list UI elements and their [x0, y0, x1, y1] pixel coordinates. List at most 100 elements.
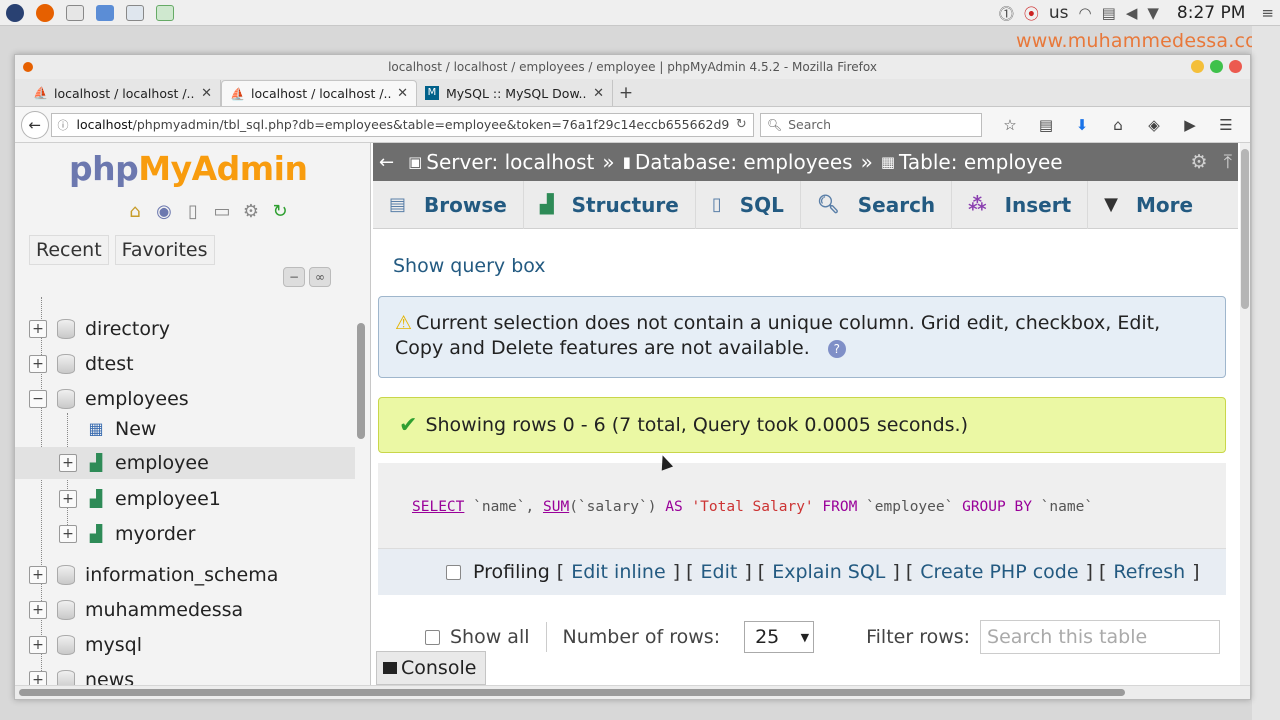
pocket-icon[interactable]: ◈	[1136, 111, 1172, 139]
collapse-icon[interactable]: −	[29, 390, 47, 408]
tree-item-dtest[interactable]: + dtest	[15, 348, 355, 380]
number-of-rows-select[interactable]: 25 ▼	[744, 621, 815, 653]
clock[interactable]: 8:27 PM	[1177, 3, 1246, 23]
expand-icon[interactable]: +	[29, 601, 47, 619]
maximize-button[interactable]	[1210, 60, 1223, 73]
create-php-code-link[interactable]: Create PHP code	[920, 561, 1078, 583]
browser-tab-2[interactable]: ⛵ localhost / localhost /... ✕	[221, 80, 417, 106]
url-bar[interactable]: ⓘ localhost/phpmyadmin/tbl_sql.php?db=em…	[50, 112, 754, 137]
tree-item-employee[interactable]: + ▟ employee	[15, 447, 355, 479]
close-icon[interactable]: ✕	[593, 86, 604, 101]
chevron-down-icon[interactable]: ▼	[1147, 4, 1159, 22]
tree-item-mysql[interactable]: + mysql	[15, 629, 355, 661]
help-icon[interactable]: ?	[827, 339, 846, 358]
minimize-button[interactable]	[1191, 60, 1204, 73]
collapse-all-icon[interactable]: −	[283, 267, 305, 287]
reading-list-icon[interactable]: ▤	[1028, 111, 1064, 139]
documentation-icon[interactable]: ▭	[210, 200, 234, 224]
tree-item-myorder[interactable]: + ▟ myorder	[15, 518, 355, 550]
expand-icon[interactable]: +	[29, 636, 47, 654]
profiling-label[interactable]: Profiling	[473, 561, 550, 583]
phpmyadmin-logo[interactable]: phpMyAdmin	[69, 149, 308, 188]
menu-icon[interactable]: ≡	[1261, 4, 1274, 22]
new-tab-button[interactable]: +	[613, 80, 639, 106]
edit-link[interactable]: Edit	[701, 561, 738, 583]
browser-search-field[interactable]: 🔍︎ Search	[759, 112, 982, 137]
logout-icon[interactable]: ◉	[152, 200, 176, 224]
expand-icon[interactable]: +	[59, 490, 77, 508]
clipboard-icon[interactable]: ▤	[1102, 4, 1116, 22]
show-all-checkbox[interactable]	[425, 629, 440, 645]
youtube-icon[interactable]: ▶	[1172, 111, 1208, 139]
expand-icon[interactable]: +	[29, 566, 47, 584]
link-with-main-panel-icon[interactable]: ∞	[309, 267, 331, 287]
edit-inline-link[interactable]: Edit inline	[571, 561, 665, 583]
keyboard-layout[interactable]: us	[1049, 3, 1069, 23]
expand-icon[interactable]: +	[29, 320, 47, 338]
tab-more[interactable]: ▼ More	[1088, 181, 1209, 229]
tab-insert[interactable]: ⁂ Insert	[952, 180, 1089, 229]
tree-item-new-table[interactable]: ▦ New	[15, 413, 355, 445]
tree-item-information-schema[interactable]: + information_schema	[15, 559, 355, 591]
refresh-link[interactable]: Refresh	[1113, 561, 1185, 583]
filter-rows-input[interactable]	[980, 620, 1221, 654]
tab-search[interactable]: 🔍︎ Search	[801, 180, 953, 229]
expand-icon[interactable]: +	[29, 671, 47, 685]
app-launcher-icon[interactable]	[150, 0, 180, 26]
tree-item-employees[interactable]: − employees	[15, 383, 355, 415]
home-icon[interactable]: ⌂	[123, 200, 147, 224]
console-toggle[interactable]: Console	[376, 651, 486, 685]
record-icon[interactable]: ⦿	[1024, 3, 1039, 24]
show-query-box-link[interactable]: Show query box	[393, 255, 546, 277]
breadcrumb-table[interactable]: Table: employee	[899, 150, 1063, 174]
tab-browse[interactable]: ▤ Browse	[373, 180, 524, 229]
terminal-launcher-icon[interactable]	[60, 0, 90, 26]
expand-icon[interactable]: +	[59, 454, 77, 472]
wifi-icon[interactable]: ◠	[1079, 4, 1092, 22]
tree-item-news[interactable]: + news	[15, 664, 355, 685]
collapse-navigation-icon[interactable]: ←	[379, 152, 394, 173]
gear-icon[interactable]: ⚙	[1191, 151, 1208, 173]
page-scrollbar[interactable]	[1240, 143, 1250, 685]
accessibility-icon[interactable]: ⓵	[999, 3, 1014, 24]
downloads-icon[interactable]: ⬇	[1064, 111, 1100, 139]
reload-icon[interactable]: ↻	[736, 117, 747, 132]
gear-icon[interactable]: ⚙	[239, 200, 263, 224]
hamburger-menu-icon[interactable]: ☰	[1208, 111, 1244, 139]
files-launcher-icon[interactable]	[90, 0, 120, 26]
fedora-menu-icon[interactable]	[0, 0, 30, 26]
browser-tab-1[interactable]: ⛵ localhost / localhost /... ✕	[25, 80, 221, 106]
reload-navigation-icon[interactable]: ↻	[268, 200, 292, 224]
horizontal-scrollbar-thumb[interactable]	[19, 689, 1125, 696]
explain-sql-link[interactable]: Explain SQL	[772, 561, 885, 583]
tree-item-employee1[interactable]: + ▟ employee1	[15, 483, 355, 515]
breadcrumb-server[interactable]: Server: localhost	[426, 150, 594, 174]
breadcrumb-database[interactable]: Database: employees	[635, 150, 853, 174]
horizontal-scrollbar[interactable]	[15, 685, 1250, 699]
back-button[interactable]: ←	[21, 110, 49, 139]
expand-icon[interactable]: +	[29, 355, 47, 373]
docs-icon[interactable]: ▯	[181, 200, 205, 224]
browser-tab-3[interactable]: M MySQL :: MySQL Dow... ✕	[417, 80, 613, 106]
home-icon[interactable]: ⌂	[1100, 111, 1136, 139]
expand-icon[interactable]: +	[59, 525, 77, 543]
page-scrollbar-thumb[interactable]	[1241, 149, 1249, 309]
image-viewer-launcher-icon[interactable]	[120, 0, 150, 26]
sql-query-text[interactable]: SELECT `name`, SUM(`salary`) AS 'Total S…	[412, 499, 1093, 515]
show-all-label[interactable]: Show all	[450, 626, 530, 648]
tab-sql[interactable]: ▯ SQL	[696, 180, 801, 229]
recent-tab[interactable]: Recent	[29, 235, 109, 265]
bookmark-star-icon[interactable]: ☆	[992, 111, 1028, 139]
tab-structure[interactable]: ▟ Structure	[524, 180, 696, 229]
navigation-scrollbar[interactable]	[357, 323, 365, 439]
firefox-launcher-icon[interactable]	[30, 0, 60, 26]
profiling-checkbox[interactable]	[446, 564, 461, 580]
tree-item-muhammedessa[interactable]: + muhammedessa	[15, 594, 355, 626]
close-icon[interactable]: ✕	[201, 86, 212, 101]
tree-item-directory[interactable]: + directory	[15, 313, 355, 345]
site-info-icon[interactable]: ⓘ	[58, 117, 69, 133]
favorites-tab[interactable]: Favorites	[114, 235, 215, 265]
close-icon[interactable]: ✕	[397, 86, 408, 101]
volume-icon[interactable]: ◀	[1126, 4, 1138, 22]
close-button[interactable]	[1229, 60, 1242, 73]
